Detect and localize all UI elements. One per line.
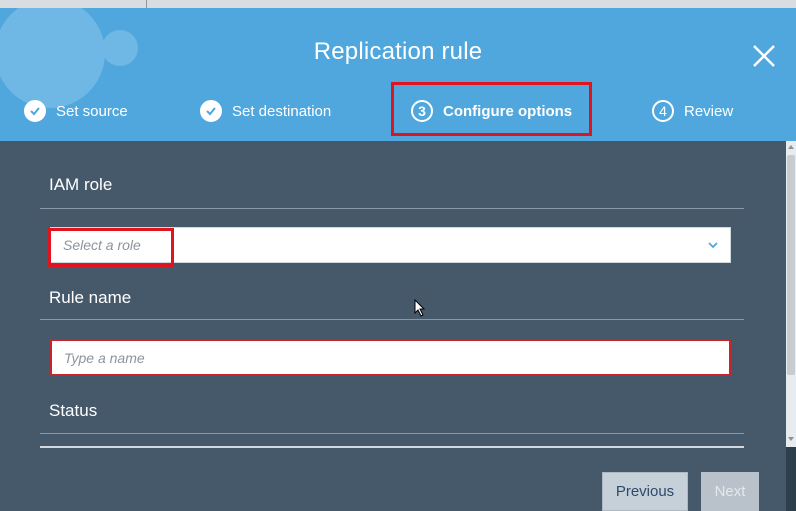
background-panel <box>786 447 796 511</box>
chevron-down-icon <box>708 242 718 249</box>
step-set-source[interactable]: Set source <box>24 96 128 126</box>
scroll-down-arrow-icon[interactable] <box>788 437 794 441</box>
section-divider <box>40 208 744 209</box>
rule-name-input[interactable] <box>50 339 731 376</box>
previous-button[interactable]: Previous <box>602 472 688 511</box>
section-divider <box>40 319 744 320</box>
section-divider <box>40 433 744 434</box>
step-set-destination[interactable]: Set destination <box>200 96 331 126</box>
dialog-body <box>0 141 786 511</box>
scrollbar-thumb[interactable] <box>787 155 795 375</box>
step-review[interactable]: 4 Review <box>652 96 733 126</box>
step-number-badge: 4 <box>652 100 674 122</box>
footer-divider <box>40 446 744 448</box>
status-label: Status <box>49 401 98 420</box>
dialog-title: Replication rule <box>313 38 483 65</box>
checkmark-icon <box>200 100 222 122</box>
mouse-cursor-icon <box>414 299 426 317</box>
next-button[interactable]: Next <box>701 472 759 511</box>
step-label: Set destination <box>232 102 332 120</box>
step-label: Review <box>684 102 734 120</box>
top-strip-divider <box>146 0 147 8</box>
iam-role-label: IAM role <box>49 175 113 194</box>
annotation-highlight-box <box>48 228 174 267</box>
rule-name-label: Rule name <box>49 288 132 307</box>
annotation-highlight-box <box>391 82 592 136</box>
checkmark-icon <box>24 100 46 122</box>
step-label: Set source <box>56 102 128 120</box>
scroll-up-arrow-icon[interactable] <box>788 145 794 149</box>
close-icon[interactable] <box>748 40 780 72</box>
scrollbar[interactable] <box>786 141 796 447</box>
